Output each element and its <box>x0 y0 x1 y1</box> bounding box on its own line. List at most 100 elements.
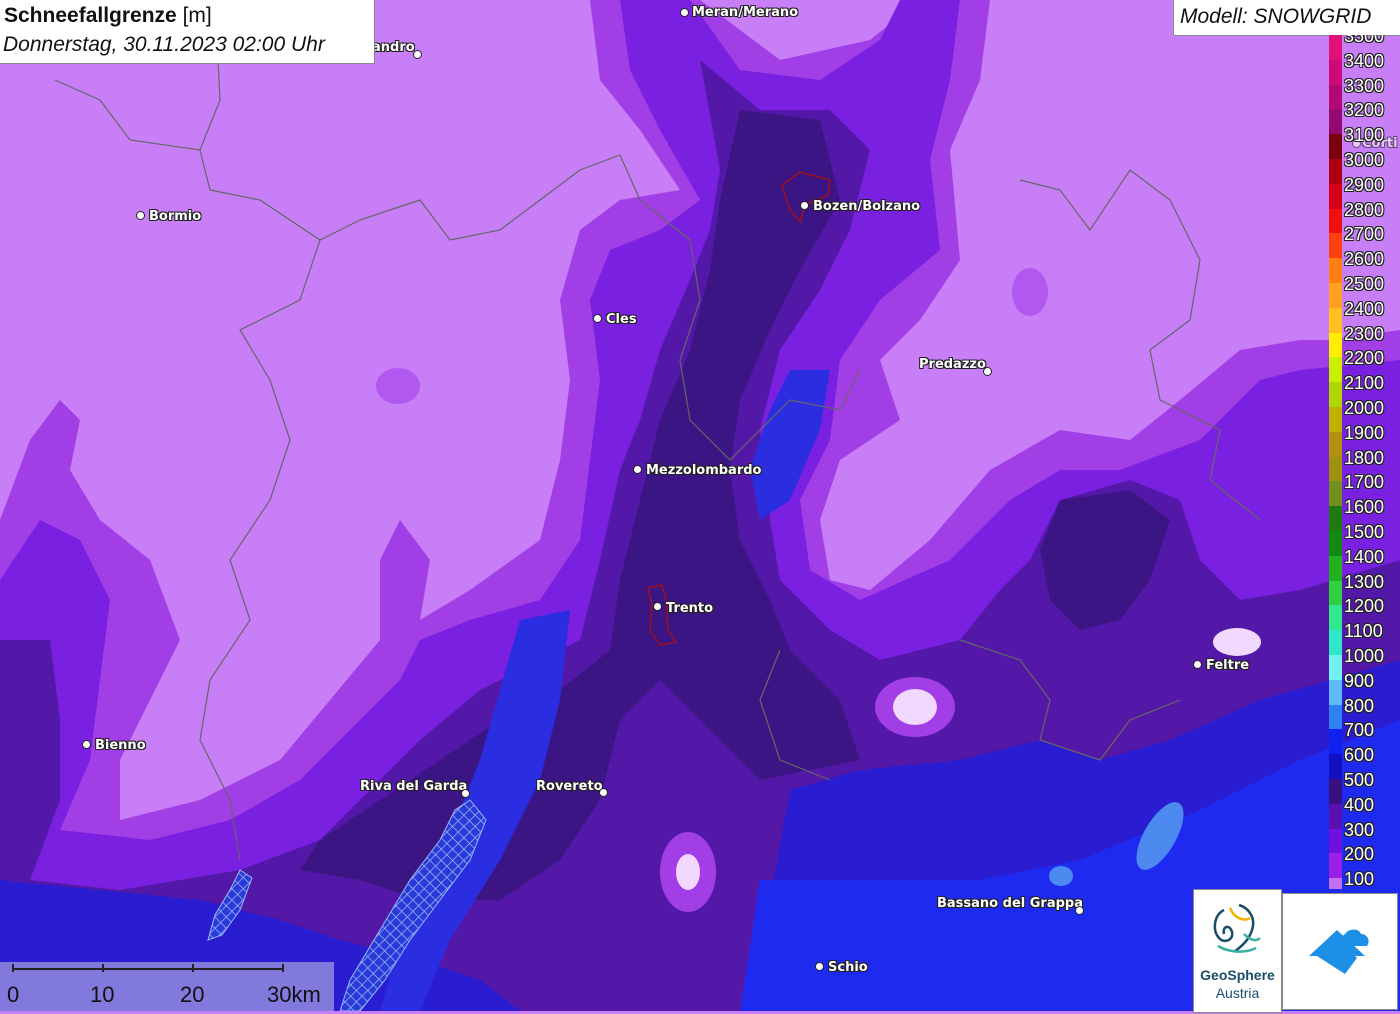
city-dot <box>136 211 145 220</box>
city-label[interactable]: Trento <box>666 601 713 616</box>
city-label[interactable]: Bormio <box>149 209 201 224</box>
legend-row: 3400 <box>1329 48 1400 85</box>
city-label[interactable]: Feltre <box>1206 658 1249 673</box>
legend-row: 2500 <box>1329 271 1400 308</box>
city-label[interactable]: Bassano del Grappa <box>937 896 1083 911</box>
city-dot <box>633 465 642 474</box>
legend-label: 300 <box>1344 819 1375 840</box>
legend-row: 1700 <box>1329 469 1400 507</box>
scale-label: 10 <box>90 982 115 1007</box>
zone-100-pocket <box>1213 628 1261 656</box>
map-datetime: Donnerstag, 30.11.2023 02:00 Uhr <box>3 33 325 56</box>
legend-label: 3100 <box>1344 125 1385 146</box>
legend-row: 600 <box>1329 742 1400 779</box>
legend-label: 1900 <box>1344 422 1385 443</box>
legend-row: 1100 <box>1329 618 1400 655</box>
mountain-cloud-icon <box>1309 929 1369 974</box>
weather-app-logo[interactable] <box>1282 893 1398 1010</box>
scale-tick <box>12 964 14 972</box>
city-label[interactable]: andro <box>372 40 415 55</box>
title-bold: Schneefallgrenze <box>4 4 177 27</box>
snowline-map[interactable] <box>0 0 1400 1011</box>
legend-label: 2300 <box>1344 323 1385 344</box>
legend-row: 200 <box>1329 841 1400 879</box>
legend-row: 2600 <box>1329 246 1400 283</box>
city-label[interactable]: Mezzolombardo <box>646 463 761 478</box>
scale-line <box>12 968 284 970</box>
legend-label: 3400 <box>1344 50 1385 71</box>
legend-label: 3300 <box>1344 75 1385 96</box>
city-dot <box>82 740 91 749</box>
city-dot <box>461 789 470 798</box>
city-label[interactable]: Bozen/Bolzano <box>813 199 920 214</box>
legend-row: 1000 <box>1329 643 1400 680</box>
city-dot <box>800 201 809 210</box>
model-panel: Modell: SNOWGRID <box>1173 0 1400 36</box>
legend-row: 2700 <box>1329 221 1400 259</box>
map-title: Schneefallgrenze [m] <box>4 4 212 28</box>
legend-row: 1300 <box>1329 569 1400 606</box>
zone-900-lake-area <box>1049 866 1073 886</box>
city-dot <box>1075 906 1084 915</box>
legend-label: 2800 <box>1344 199 1385 220</box>
title-unit: [m] <box>182 4 212 27</box>
legend-row: 3500 <box>1329 35 1400 60</box>
geosphere-logo[interactable]: GeoSphere Austria <box>1193 889 1282 1013</box>
legend-label: 1400 <box>1344 546 1385 567</box>
zone-100-pocket <box>376 368 420 404</box>
legend-row: 2800 <box>1329 197 1400 234</box>
legend-row: 2900 <box>1329 172 1400 209</box>
legend-row: 3200 <box>1329 97 1400 135</box>
city-label[interactable]: Cles <box>606 312 637 327</box>
city-dot <box>680 8 689 17</box>
legend-label: 2900 <box>1344 174 1385 195</box>
city-label[interactable]: Riva del Garda <box>360 779 467 794</box>
logo-line1: GeoSphere <box>1200 967 1275 983</box>
legend-label: 2200 <box>1344 348 1385 369</box>
legend-label: 1500 <box>1344 522 1385 542</box>
legend-row: 2300 <box>1329 321 1400 358</box>
color-legend: 3500 3400 3300 3200 3100 3000 2900 2800 2700 2600… <box>1329 35 1400 889</box>
legend-row: 900 <box>1329 668 1400 705</box>
legend-row: 700 <box>1329 717 1400 755</box>
legend-label: 2400 <box>1344 298 1385 319</box>
city-dot <box>413 50 422 59</box>
legend-label: 1100 <box>1344 621 1383 642</box>
legend-label: 1800 <box>1344 447 1385 468</box>
title-panel: Schneefallgrenze [m] Donnerstag, 30.11.2… <box>0 0 375 64</box>
legend-row: 1200 <box>1329 593 1400 631</box>
legend-row: 2000 <box>1329 395 1400 432</box>
legend-label: 800 <box>1344 695 1375 716</box>
city-label[interactable]: Schio <box>828 960 868 975</box>
legend-label: 900 <box>1344 670 1375 691</box>
legend-label: 200 <box>1344 844 1375 865</box>
scale-tick <box>282 964 284 972</box>
scale-tick <box>102 964 104 972</box>
legend-row: 2100 <box>1329 370 1400 407</box>
legend-row: 1800 <box>1329 445 1400 482</box>
scale-label: 20 <box>180 982 205 1007</box>
legend-row: 1400 <box>1329 544 1400 581</box>
city-label[interactable]: Meran/Merano <box>692 5 798 20</box>
legend-row: 800 <box>1329 693 1400 730</box>
city-label[interactable]: Predazzo <box>919 357 986 372</box>
legend-label: 700 <box>1344 720 1375 741</box>
legend-row: 300 <box>1329 817 1400 854</box>
scale-tick <box>192 964 194 972</box>
legend-label: 1000 <box>1344 646 1385 666</box>
zone-100-pocket <box>676 854 700 890</box>
scale-label: 30km <box>267 982 321 1007</box>
city-label[interactable]: Bienno <box>95 738 146 753</box>
legend-row: 3300 <box>1329 73 1400 110</box>
legend-row: 100 <box>1329 866 1400 889</box>
legend-label: 1200 <box>1344 596 1385 617</box>
zone-100-pocket <box>1012 268 1048 316</box>
legend-row: 400 <box>1329 792 1400 829</box>
legend-row: 3100 <box>1329 122 1400 159</box>
city-label[interactable]: Rovereto <box>536 779 603 794</box>
legend-swatch <box>1329 878 1342 889</box>
legend-label: 2000 <box>1344 398 1385 418</box>
legend-label: 3200 <box>1344 100 1385 121</box>
city-dot <box>599 788 608 797</box>
city-dot <box>653 602 662 611</box>
